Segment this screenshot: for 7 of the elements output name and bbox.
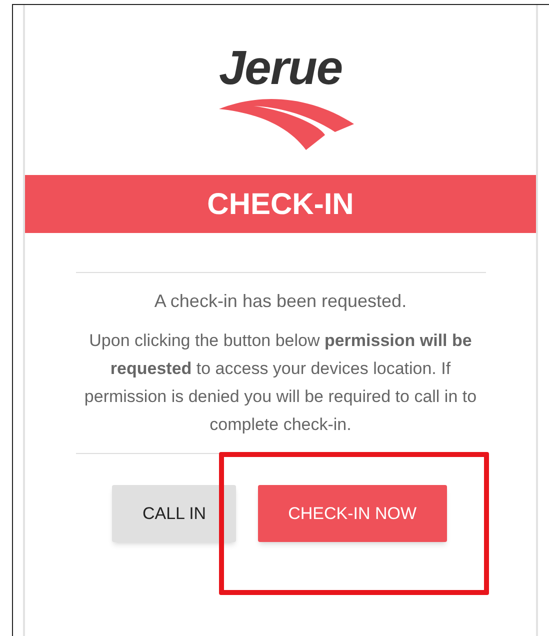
call-in-button[interactable]: CALL IN	[112, 485, 236, 542]
permission-paragraph: Upon clicking the button below permission will be requested to access your devices location. If permission is denied you will be required to call in to complete check-in.	[83, 330, 478, 436]
swoosh-icon	[218, 97, 354, 151]
check-in-now-button[interactable]: CHECK-IN NOW	[258, 485, 447, 542]
check-in-banner: CHECK-IN	[25, 175, 536, 233]
request-message: A check-in has been requested.	[154, 290, 407, 313]
logo-text: Jerue	[218, 41, 342, 97]
